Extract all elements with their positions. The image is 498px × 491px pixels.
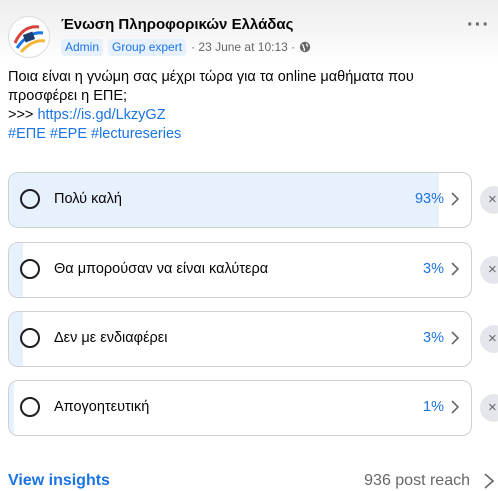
- globe-icon: [299, 41, 311, 53]
- poll-option-label: Θα μπορούσαν να είναι καλύτερα: [54, 261, 269, 277]
- chevron-right-icon: [451, 192, 459, 206]
- poll-option[interactable]: Πολύ καλή 93%: [8, 172, 472, 228]
- post-link[interactable]: https://is.gd/LkzyGZ: [37, 107, 165, 123]
- remove-option-button[interactable]: ×: [480, 256, 498, 284]
- poll-option-fill: [9, 381, 14, 435]
- poll-option-percent: 93%: [414, 191, 444, 207]
- remove-option-button[interactable]: ×: [480, 186, 498, 214]
- chevron-right-icon: [451, 400, 459, 414]
- radio-button[interactable]: [20, 397, 40, 417]
- chevron-right-icon: [451, 331, 459, 345]
- post-hashtags[interactable]: #ΕΠΕ #EPE #lectureseries: [8, 125, 488, 144]
- group-name[interactable]: Ένωση Πληροφορικών Ελλάδας: [61, 16, 293, 33]
- radio-button[interactable]: [20, 328, 40, 348]
- view-insights-link[interactable]: View insights: [8, 472, 110, 490]
- group-logo-icon: [10, 18, 48, 56]
- poll-option-percent: 3%: [423, 261, 444, 277]
- link-prefix: >>>: [8, 107, 38, 123]
- group-avatar[interactable]: [8, 16, 50, 58]
- poll-option-label: Δεν με ενδιαφέρει: [54, 330, 168, 346]
- post-timestamp[interactable]: · 23 June at 10:13 ·: [191, 40, 295, 54]
- poll-option[interactable]: Απογοητευτική 1%: [8, 380, 472, 436]
- post-link-line: >>> https://is.gd/LkzyGZ: [8, 106, 488, 125]
- poll-option[interactable]: Δεν με ενδιαφέρει 3%: [8, 311, 472, 367]
- poll-option-label: Πολύ καλή: [54, 191, 122, 207]
- poll-option-label: Απογοητευτική: [54, 399, 150, 415]
- post-header: Ένωση Πληροφορικών Ελλάδας Admin Group e…: [8, 14, 498, 60]
- post-text-line-2: προσφέρει η ΕΠΕ;: [8, 88, 128, 104]
- radio-button[interactable]: [20, 189, 40, 209]
- poll-option-percent: 3%: [423, 330, 444, 346]
- remove-option-button[interactable]: ×: [480, 394, 498, 422]
- poll-option-percent: 1%: [423, 399, 444, 415]
- poll-option[interactable]: Θα μπορούσαν να είναι καλύτερα 3%: [8, 242, 472, 298]
- post-meta: Admin Group expert · 23 June at 10:13 ·: [61, 38, 311, 56]
- more-options-button[interactable]: ···: [467, 14, 490, 37]
- post-text-line-1: Ποια είναι η γνώμη σας μέχρι τώρα για τα…: [8, 69, 414, 85]
- admin-badge: Admin: [61, 38, 104, 56]
- post-reach-text: 936 post reach: [364, 472, 470, 489]
- chevron-right-icon[interactable]: [484, 473, 494, 489]
- post-body: Ποια είναι η γνώμη σας μέχρι τώρα για τα…: [8, 68, 488, 144]
- radio-button[interactable]: [20, 259, 40, 279]
- chevron-right-icon: [451, 262, 459, 276]
- remove-option-button[interactable]: ×: [480, 325, 498, 353]
- group-expert-badge: Group expert: [108, 38, 187, 56]
